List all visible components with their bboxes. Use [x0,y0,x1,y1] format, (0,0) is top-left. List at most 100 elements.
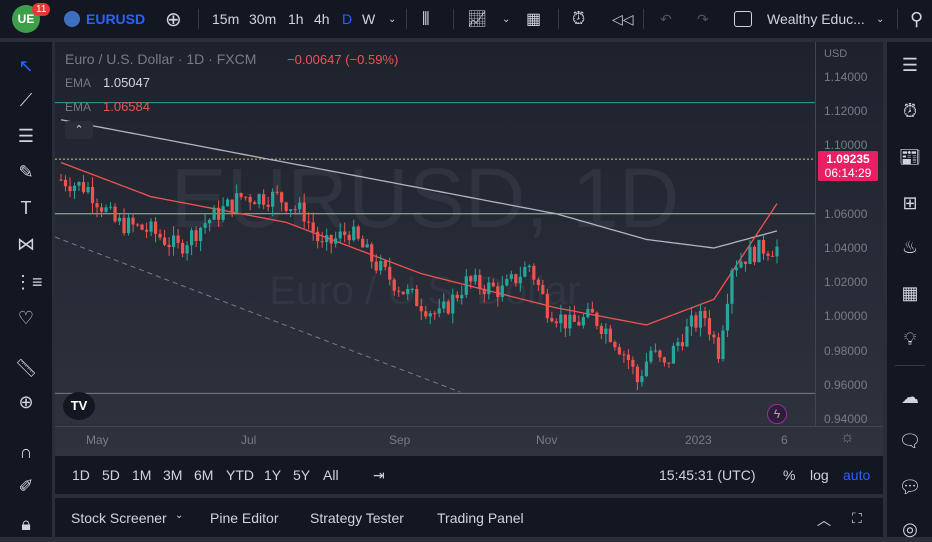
candle-body [320,241,324,243]
clock[interactable]: 15:45:31 (UTC) [659,467,755,483]
range-all[interactable]: All [323,467,339,483]
watchlist-icon[interactable]: ☰ [897,52,923,78]
redo-icon[interactable]: ↷ [697,0,709,38]
prediction-icon[interactable]: ⋮≡ [14,270,43,294]
interval-1h[interactable]: 1h [288,0,304,38]
hotlist-fire-icon[interactable]: ♨ [897,234,923,260]
flag-icon [64,11,80,27]
symbol-search[interactable]: EURUSD [64,0,145,38]
price-scale[interactable]: USD 1.14000 1.12000 1.10000 1.06000 1.04000 1… [815,42,883,426]
search-icon[interactable]: ⚲ [910,0,923,38]
currency-selector[interactable]: USD [824,48,847,60]
interval-4h[interactable]: 4h [314,0,330,38]
candle-body [171,235,176,248]
collapse-panel-icon[interactable]: ︿ [817,510,831,530]
candle-body [545,293,549,319]
candle-body [419,306,423,312]
ruler-icon[interactable]: 📏︎ [14,356,38,380]
alert-icon[interactable]: ⏰︎ [572,0,585,38]
candle-body [126,217,131,234]
candle-body [334,238,338,244]
range-1y[interactable]: 1Y [264,467,281,483]
maximize-panel-icon[interactable]: ⛶ [852,510,862,527]
fib-icon[interactable]: ☰ [14,124,38,148]
lightning-icon[interactable]: ϟ [767,404,787,424]
add-list-icon[interactable]: ⊞ [897,190,923,216]
candle-body [748,246,752,265]
undo-icon[interactable]: ↶ [660,0,672,38]
candle-body [586,308,590,318]
news-icon[interactable]: 📰︎ [897,144,923,170]
chevron-down-icon[interactable]: ⌄ [175,510,183,521]
lock-icon[interactable]: 🔒︎ [14,512,38,536]
pattern-icon[interactable]: ⋈ [14,232,38,256]
range-ytd[interactable]: YTD [226,467,254,483]
range-3m[interactable]: 3M [163,467,182,483]
log-toggle[interactable]: log [810,467,829,483]
interval-w[interactable]: W [362,0,375,38]
candle-body [451,294,455,314]
ema-value-slow: 1.05047 [103,75,150,90]
calendar-icon[interactable]: ▦ [897,280,923,306]
cursor-icon[interactable]: ↖ [14,54,38,78]
candle-body [518,276,522,284]
messages-icon[interactable]: 🗨︎ [897,428,923,454]
tab-trading-panel[interactable]: Trading Panel [437,510,524,526]
candle-body [63,179,68,187]
lock-drawing-icon[interactable]: ✐ [14,474,38,498]
goto-date-icon[interactable]: ⇥ [373,467,385,484]
time-scale[interactable]: May Jul Sep Nov 2023 6 ☼ [55,426,883,456]
range-5y[interactable]: 5Y [293,467,310,483]
zoom-in-icon[interactable]: ⊕ [14,390,38,414]
compare-add-icon[interactable]: ⊕ [165,0,182,38]
range-1m[interactable]: 1M [132,467,151,483]
percent-toggle[interactable]: % [783,467,795,483]
candles-icon[interactable]: ⫴ [422,0,430,38]
interval-15m[interactable]: 15m [212,0,239,38]
fullscreen-toggle[interactable] [734,0,752,38]
alarm-icon[interactable]: ⏰︎ [897,98,923,124]
interval-30m[interactable]: 30m [249,0,276,38]
indicators-icon[interactable]: 📈︎ [467,0,487,38]
candle-body [149,221,153,232]
range-5d[interactable]: 5D [102,467,120,483]
comments-icon[interactable]: 💬︎ [897,474,923,500]
layouts-icon[interactable]: ▦ [526,0,541,38]
tab-strategy-tester[interactable]: Strategy Tester [310,510,404,526]
date-range-bar: 1D 5D 1M 3M 6M YTD 1Y 5Y All ⇥ 15:45:31 … [55,456,883,494]
price-tick: 1.14000 [824,70,868,84]
collapse-legend-button[interactable]: ⌃ [65,121,93,139]
candle-body [180,242,185,254]
last-price: 1.09235 [826,152,870,166]
time-label: 6 [781,433,788,447]
interval-d[interactable]: D [342,0,352,38]
tab-pine-editor[interactable]: Pine Editor [210,510,278,526]
chevron-down-icon[interactable]: ⌄ [388,0,396,38]
chat-icon[interactable]: ☁ [897,384,923,410]
trendline-icon[interactable]: ⟋ [14,88,38,112]
range-6m[interactable]: 6M [194,467,213,483]
price-chart[interactable]: EURUSD, 1D Euro / U.S. Dollar [55,42,883,456]
candle-body [568,314,572,329]
settings-gear-icon[interactable]: ☼ [840,429,855,447]
ideas-bulb-icon[interactable]: 💡︎ [897,326,923,352]
replay-icon[interactable]: ◁◁ [612,0,634,38]
text-icon[interactable]: T [14,196,38,220]
heart-icon[interactable]: ♡ [14,306,38,330]
range-1d[interactable]: 1D [72,467,90,483]
candle-body [428,313,432,317]
candle-body [338,231,342,239]
auto-toggle[interactable]: auto [843,467,870,483]
chart-pane[interactable]: EURUSD, 1D Euro / U.S. Dollar Euro / U.S… [55,42,883,456]
chevron-down-icon[interactable]: ⌄ [502,0,510,38]
brush-icon[interactable]: ✎ [14,160,38,184]
tab-stock-screener[interactable]: Stock Screener [71,510,167,526]
tradingview-logo[interactable]: TV [63,392,95,420]
chevron-down-icon[interactable]: ⌄ [876,0,884,38]
candle-body [424,311,428,317]
candle-body [541,285,545,294]
help-icon[interactable]: ◎ [897,516,923,542]
magnet-icon[interactable]: ∩ [14,440,38,464]
layout-name[interactable]: Wealthy Educ... [767,0,865,38]
candle-body [608,328,612,342]
